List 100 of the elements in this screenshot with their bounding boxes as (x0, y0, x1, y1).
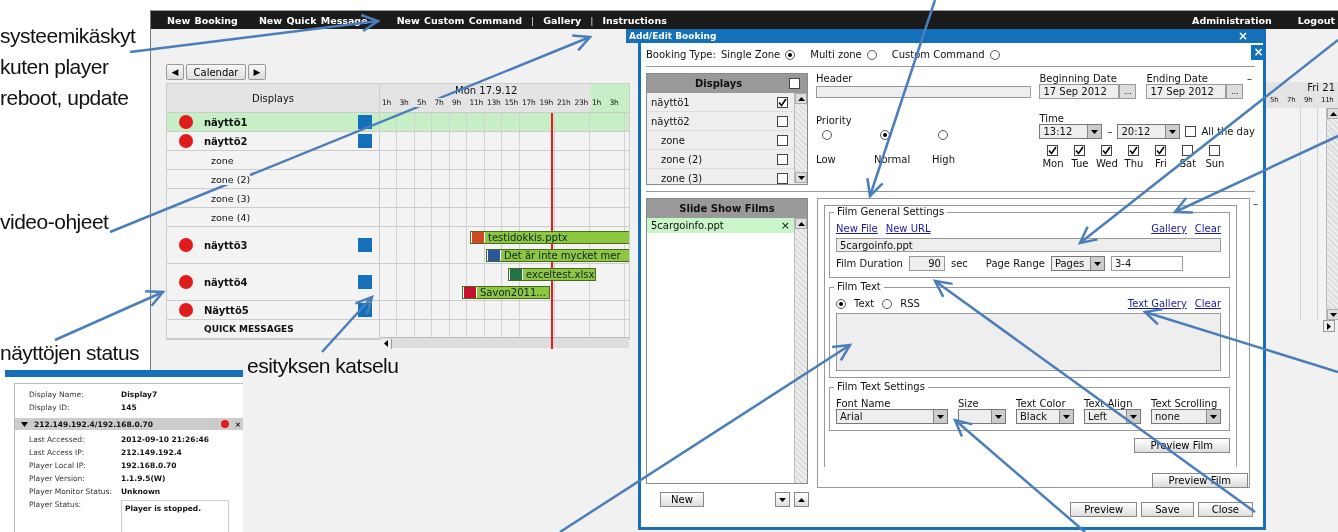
file-icon (487, 250, 501, 261)
field-label: Film Duration (836, 258, 903, 269)
checkbox[interactable] (1182, 145, 1194, 156)
list-header: Slide Show Films (647, 199, 807, 218)
scrollbar[interactable] (794, 218, 807, 483)
link[interactable]: Clear (1194, 223, 1221, 234)
link[interactable]: New File (836, 223, 878, 234)
dropdown[interactable]: 13:12 (1039, 124, 1103, 139)
list-item[interactable]: zone (3) (651, 172, 703, 184)
input-field[interactable]: 3-4 (1110, 256, 1183, 271)
row-label: QUICK MESSAGES (204, 324, 295, 334)
dropdown[interactable]: Pages (1050, 256, 1105, 271)
zone-name: zone (2) (211, 173, 251, 185)
list-item[interactable]: 5cargoinfo.ppt × (647, 218, 794, 233)
radio-button[interactable] (882, 298, 893, 309)
nav-link[interactable]: New Booking (167, 14, 238, 26)
checkbox[interactable] (1101, 145, 1113, 156)
input-field[interactable]: 90 (908, 256, 945, 271)
checkbox[interactable] (777, 96, 788, 108)
checkbox[interactable] (777, 115, 788, 127)
checkbox[interactable] (777, 134, 788, 146)
nav-link[interactable]: Instructions (602, 14, 667, 26)
nav-link[interactable]: New Custom Command (396, 14, 523, 26)
table-row[interactable]: Näyttö5 (167, 301, 380, 319)
previous-button[interactable]: ◀ (166, 64, 184, 80)
dropdown[interactable]: Left (1084, 409, 1141, 424)
link[interactable]: Gallery (1151, 223, 1187, 234)
link[interactable]: New URL (885, 223, 931, 234)
input-field[interactable]: 5cargoinfo.ppt (836, 238, 1221, 252)
close-button[interactable]: × (1237, 29, 1248, 43)
list-item[interactable]: näyttö2 (651, 115, 690, 127)
caret-icon (937, 414, 944, 419)
table-row[interactable]: näyttö1 (167, 113, 380, 131)
collapse-toggle[interactable]: – (1253, 198, 1258, 209)
caret-icon (1063, 414, 1070, 419)
dropdown[interactable] (958, 409, 1006, 424)
table-row[interactable]: näyttö3 (167, 227, 380, 263)
table-row[interactable]: näyttö2 (167, 132, 380, 150)
new-button[interactable]: New (660, 492, 704, 507)
booking-bar[interactable]: Savon2011... (462, 286, 550, 299)
link[interactable]: Clear (1194, 298, 1221, 309)
calendar-button[interactable]: Calendar (186, 64, 246, 80)
option-label: High (932, 154, 955, 165)
move-up-button[interactable] (794, 492, 809, 507)
next-button[interactable]: ▶ (248, 64, 266, 80)
nav-link[interactable]: Logout (1297, 14, 1335, 26)
checkbox[interactable] (1074, 145, 1086, 156)
radio-button[interactable] (822, 130, 832, 140)
annotation-text: reboot, update (0, 85, 130, 111)
dialog-button[interactable]: Save (1141, 502, 1194, 517)
nav-separator: | (531, 14, 535, 26)
checkbox[interactable] (1128, 145, 1140, 156)
nav-link[interactable]: Gallery (543, 14, 582, 26)
day-label: Fri (1154, 158, 1167, 169)
dropdown[interactable]: 20:12 (1117, 124, 1181, 139)
date-picker-button[interactable]: ... (1119, 84, 1137, 99)
dash: – (1107, 126, 1113, 137)
move-down-button[interactable] (775, 492, 790, 507)
checkbox[interactable] (777, 153, 788, 165)
list-item[interactable]: näyttö1 (651, 96, 690, 108)
collapse-toggle[interactable]: – (1247, 73, 1252, 84)
nav-link[interactable]: Administration (1192, 14, 1272, 26)
dropdown[interactable]: Black (1016, 409, 1074, 424)
checkbox[interactable] (777, 172, 788, 184)
radio-button[interactable] (866, 49, 877, 60)
dialog-button[interactable]: Close (1197, 502, 1253, 517)
checkbox[interactable] (789, 78, 800, 89)
radio-button[interactable] (989, 49, 1000, 60)
checkbox[interactable] (1047, 145, 1059, 156)
list-item[interactable]: zone (2) (651, 153, 703, 165)
booking-bar[interactable]: Det är inte mycket mer (486, 249, 629, 262)
input-field[interactable] (816, 86, 1032, 98)
close-button[interactable]: × (1251, 45, 1266, 60)
dropdown[interactable]: none (1151, 409, 1221, 424)
date-picker-button[interactable]: ... (1226, 84, 1244, 99)
list-item[interactable]: zone (651, 134, 685, 146)
display-name: näyttö3 (204, 239, 249, 251)
display-name: näyttö4 (204, 276, 249, 288)
radio-button[interactable] (785, 49, 796, 60)
checkbox[interactable] (1209, 145, 1221, 156)
scrollbar[interactable] (381, 337, 629, 348)
dialog-button[interactable]: Preview (1070, 502, 1138, 517)
scrollbar[interactable] (794, 93, 807, 183)
radio-button[interactable] (880, 130, 890, 140)
date-field[interactable]: 17 Sep 2012 (1039, 84, 1120, 99)
checkbox[interactable] (1185, 126, 1197, 137)
group-title: Film Text (834, 281, 884, 292)
file-icon (509, 269, 523, 280)
link[interactable]: Text Gallery (1127, 298, 1187, 309)
booking-bar[interactable]: testidokkis.pptx (470, 231, 629, 244)
preview-film-button[interactable]: Preview Film (1151, 473, 1248, 488)
scrollbar[interactable] (1326, 108, 1338, 320)
dropdown[interactable]: Arial (836, 409, 948, 424)
booking-bar[interactable]: exceltest.xlsx (508, 268, 596, 281)
radio-button[interactable] (938, 130, 948, 140)
table-row[interactable]: näyttö4 (167, 264, 380, 300)
checkbox[interactable] (1155, 145, 1167, 156)
remove-button[interactable]: × (780, 219, 790, 232)
radio-button[interactable] (836, 298, 846, 309)
date-field[interactable]: 17 Sep 2012 (1146, 84, 1227, 99)
